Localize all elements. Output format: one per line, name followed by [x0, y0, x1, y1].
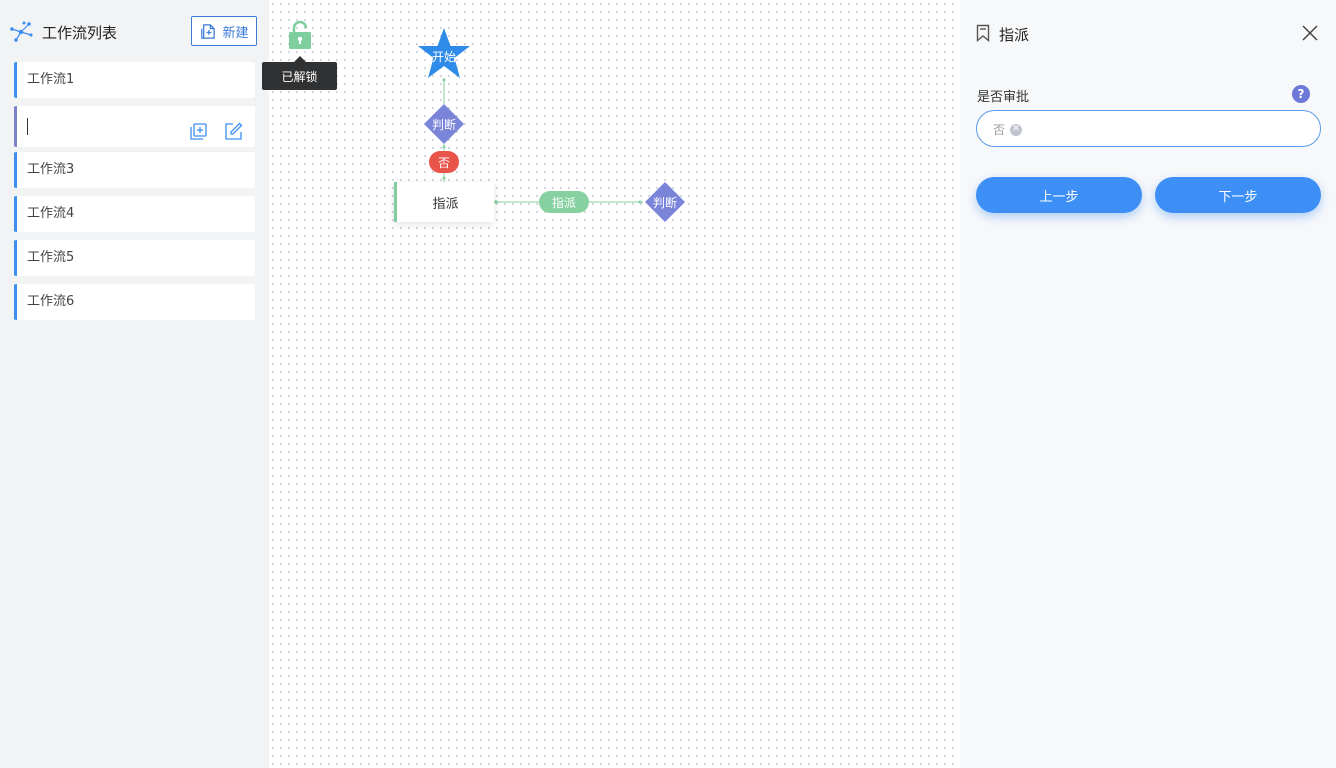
new-workflow-button[interactable]: 新建	[191, 16, 257, 46]
edit-workflow-button[interactable]	[224, 117, 243, 140]
workflow-item-2[interactable]	[14, 106, 255, 147]
bookmark-icon	[976, 24, 990, 42]
panel-title: 指派	[999, 26, 1030, 44]
copy-workflow-button[interactable]	[189, 117, 208, 140]
selected-tag: 否 ✕	[993, 121, 1023, 138]
workflow-item-6[interactable]: 工作流6	[14, 284, 255, 320]
assign-node[interactable]: 指派	[394, 182, 494, 222]
sidebar-title: 工作流列表	[42, 24, 118, 42]
unlock-icon[interactable]	[288, 20, 312, 50]
workflow-item-label: 工作流3	[27, 162, 75, 177]
edge-label-no[interactable]: 否	[429, 151, 459, 173]
new-file-icon	[201, 23, 216, 39]
approval-select[interactable]: 否 ✕	[976, 110, 1321, 147]
workflow-sidebar: 工作流列表 新建 工作流1 工作流3 工作流4 工作流5 工作流6	[0, 0, 269, 768]
workflow-item-1[interactable]: 工作流1	[14, 62, 255, 98]
lock-tooltip-text: 已解锁	[281, 69, 318, 84]
workflow-item-4[interactable]: 工作流4	[14, 196, 255, 232]
approval-field-label: 是否审批	[977, 90, 1030, 105]
copy-icon	[190, 123, 207, 140]
workflow-name-input[interactable]	[27, 118, 167, 135]
workflow-item-label: 工作流1	[27, 72, 75, 87]
sidebar-header: 工作流列表 新建	[0, 0, 269, 62]
lock-tooltip: 已解锁	[262, 56, 337, 90]
edge-label-assign-text: 指派	[551, 195, 576, 210]
selected-tag-label: 否	[993, 123, 1006, 137]
assign-node-label: 指派	[432, 196, 459, 212]
workflow-item-label: 工作流5	[27, 250, 75, 265]
next-step-button[interactable]: 下一步	[1155, 177, 1321, 213]
new-workflow-label: 新建	[222, 24, 249, 40]
edge-label-no-text: 否	[437, 155, 450, 170]
edge-label-assign[interactable]: 指派	[539, 191, 589, 213]
edit-icon	[225, 122, 243, 140]
tag-remove-icon[interactable]: ✕	[1010, 123, 1023, 136]
workflow-item-label: 工作流6	[27, 294, 75, 309]
workflow-logo-icon	[10, 21, 33, 42]
workflow-list: 工作流1 工作流3 工作流4 工作流5 工作流6	[14, 62, 255, 328]
workflow-item-5[interactable]: 工作流5	[14, 240, 255, 276]
help-icon[interactable]: ?	[1292, 85, 1310, 103]
workflow-item-label: 工作流4	[27, 206, 75, 221]
previous-step-button[interactable]: 上一步	[976, 177, 1142, 213]
flow-canvas[interactable]	[269, 0, 960, 768]
workflow-item-3[interactable]: 工作流3	[14, 152, 255, 188]
close-icon[interactable]	[1300, 23, 1320, 43]
